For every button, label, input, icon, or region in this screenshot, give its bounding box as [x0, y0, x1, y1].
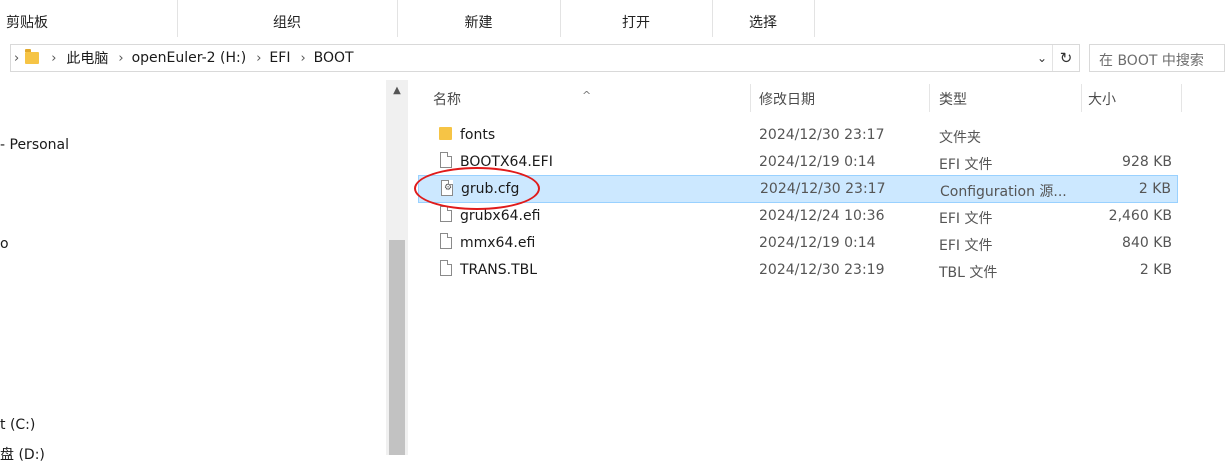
chevron-right-icon[interactable]: ›: [51, 51, 56, 66]
file-name: TRANS.TBL: [460, 262, 538, 278]
ribbon-group-label: 新建: [464, 15, 493, 31]
chevron-right-icon[interactable]: ›: [14, 51, 19, 66]
address-row: › › 此电脑 › openEuler-2 (H:) › EFI › BOOT …: [0, 37, 1225, 80]
ribbon-group-label: 剪贴板: [6, 15, 48, 31]
nav-item-drive-d[interactable]: ‌盘 (D:): [0, 444, 45, 464]
file-name: mmx64.efi: [460, 235, 536, 251]
ribbon-group-label: 组织: [273, 15, 301, 31]
address-bar[interactable]: › › 此电脑 › openEuler-2 (H:) › EFI › BOOT …: [10, 44, 1080, 72]
scroll-up-arrow-icon[interactable]: ▲: [386, 80, 408, 102]
file-size: 840 KB: [1122, 235, 1172, 251]
file-icon: [440, 233, 452, 249]
column-header-type[interactable]: 类型: [930, 80, 1081, 116]
nav-item-partial[interactable]: o: [0, 236, 9, 252]
file-type: TBL 文件: [939, 265, 998, 281]
nav-scrollbar[interactable]: ▲: [386, 80, 408, 455]
file-date: 2024/12/30 23:19: [759, 262, 885, 278]
file-name: grubx64.efi: [460, 208, 541, 224]
file-date: 2024/12/30 23:17: [759, 127, 885, 143]
ribbon-group-organize[interactable]: 组织: [177, 0, 398, 37]
ribbon-group-open[interactable]: 打开: [560, 0, 713, 37]
column-header-label: 名称: [433, 92, 461, 108]
ribbon-group-label: 打开: [622, 15, 650, 31]
file-icon: [440, 152, 452, 168]
column-header-label: 修改日期: [759, 92, 815, 108]
file-date: 2024/12/30 23:17: [760, 181, 886, 197]
file-size: 2 KB: [1138, 181, 1171, 197]
search-placeholder: 在 BOOT 中搜索: [1099, 53, 1204, 69]
file-size: 2 KB: [1139, 262, 1172, 278]
search-input[interactable]: 在 BOOT 中搜索: [1089, 44, 1225, 72]
refresh-icon[interactable]: ↻: [1052, 45, 1079, 71]
file-type: EFI 文件: [939, 157, 993, 173]
file-list: 名称 ^ 修改日期 类型 大小 fonts 2024/12/30 23:17 文…: [418, 80, 1225, 455]
file-date: 2024/12/19 0:14: [759, 154, 876, 170]
chevron-right-icon[interactable]: ›: [300, 51, 305, 66]
navigation-pane: - Personal o t (C:) ‌盘 (D:): [0, 80, 408, 463]
column-header-date[interactable]: 修改日期: [751, 80, 929, 116]
ribbon-group-new[interactable]: 新建: [397, 0, 561, 37]
file-name: grub.cfg: [461, 181, 520, 197]
ribbon: 剪贴板 组织 新建 打开 选择: [0, 0, 1225, 38]
file-type: Configuration 源...: [940, 184, 1067, 200]
file-size: 2,460 KB: [1108, 208, 1172, 224]
list-item-mmx64[interactable]: mmx64.efi 2024/12/19 0:14 EFI 文件 840 KB: [418, 230, 1178, 256]
breadcrumb-item-this-pc[interactable]: 此电脑: [66, 48, 108, 68]
breadcrumb-item-drive[interactable]: openEuler-2 (H:): [132, 50, 247, 66]
scroll-thumb[interactable]: [389, 240, 405, 455]
breadcrumb: › › 此电脑 › openEuler-2 (H:) › EFI › BOOT: [11, 45, 354, 71]
ribbon-group-label: 选择: [749, 15, 777, 31]
column-header-size[interactable]: 大小: [1082, 80, 1181, 116]
chevron-right-icon[interactable]: ›: [256, 51, 261, 66]
list-item-trans-tbl[interactable]: TRANS.TBL 2024/12/30 23:19 TBL 文件 2 KB: [418, 257, 1178, 283]
file-date: 2024/12/24 10:36: [759, 208, 885, 224]
file-icon: [440, 260, 452, 276]
list-item-fonts[interactable]: fonts 2024/12/30 23:17 文件夹: [418, 122, 1178, 148]
breadcrumb-item-boot[interactable]: BOOT: [314, 50, 354, 66]
file-size: 928 KB: [1122, 154, 1172, 170]
file-icon: [440, 206, 452, 222]
column-header-name[interactable]: 名称 ^: [418, 80, 750, 116]
ribbon-group-clipboard[interactable]: 剪贴板: [0, 0, 178, 37]
chevron-down-icon[interactable]: ⌄: [1033, 45, 1051, 71]
list-item-grub-cfg[interactable]: ⚙ grub.cfg 2024/12/30 23:17 Configuratio…: [418, 175, 1178, 203]
folder-icon: [439, 127, 452, 140]
list-item-grubx64[interactable]: grubx64.efi 2024/12/24 10:36 EFI 文件 2,46…: [418, 203, 1178, 229]
nav-item-onedrive-personal[interactable]: - Personal: [0, 137, 69, 153]
file-type: EFI 文件: [939, 238, 993, 254]
nav-item-drive-c[interactable]: t (C:): [0, 417, 35, 433]
config-file-icon: ⚙: [441, 180, 453, 196]
list-item-bootx64[interactable]: BOOTX64.EFI 2024/12/19 0:14 EFI 文件 928 K…: [418, 149, 1178, 175]
file-type: EFI 文件: [939, 211, 993, 227]
column-header-label: 大小: [1088, 92, 1116, 108]
file-type: 文件夹: [939, 130, 981, 146]
column-header-label: 类型: [939, 92, 967, 108]
column-divider[interactable]: [1181, 84, 1182, 112]
chevron-right-icon[interactable]: ›: [118, 51, 123, 66]
ribbon-group-select[interactable]: 选择: [712, 0, 815, 37]
breadcrumb-item-efi[interactable]: EFI: [269, 50, 290, 66]
folder-icon: [25, 49, 40, 64]
file-name: fonts: [460, 127, 496, 143]
file-date: 2024/12/19 0:14: [759, 235, 876, 251]
sort-ascending-icon: ^: [582, 89, 592, 102]
file-name: BOOTX64.EFI: [460, 154, 553, 170]
